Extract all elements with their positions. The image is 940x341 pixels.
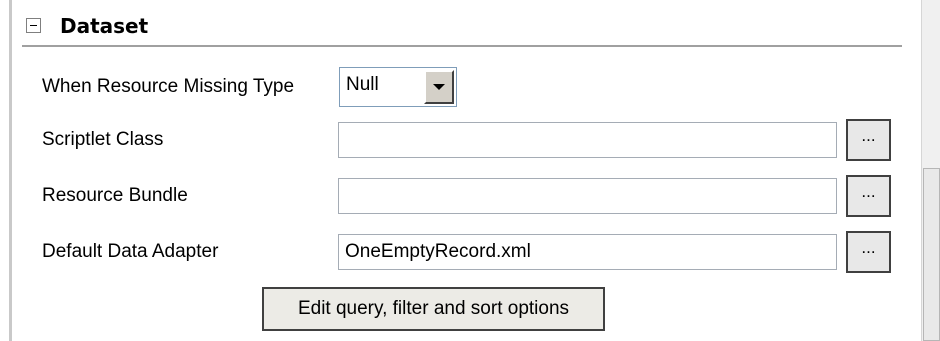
section-title: Dataset — [60, 14, 149, 38]
scriptlet-class-browse-button[interactable]: ... — [846, 119, 891, 161]
resource-missing-type-value: Null — [346, 74, 379, 95]
panel-left-border — [9, 0, 12, 341]
edit-query-options-button[interactable]: Edit query, filter and sort options — [262, 287, 605, 331]
resource-missing-type-label: When Resource Missing Type — [42, 76, 295, 97]
chevron-down-icon[interactable] — [424, 70, 454, 104]
default-data-adapter-input[interactable]: OneEmptyRecord.xml — [338, 234, 837, 270]
resource-bundle-label: Resource Bundle — [42, 185, 188, 206]
dataset-section-header[interactable]: Dataset — [22, 10, 902, 44]
minus-collapse-icon[interactable] — [26, 18, 41, 33]
scriptlet-class-label: Scriptlet Class — [42, 129, 164, 150]
resource-bundle-browse-button[interactable]: ... — [846, 175, 891, 217]
scriptlet-class-input[interactable] — [338, 122, 837, 158]
section-divider — [22, 45, 902, 47]
scrollbar-thumb[interactable] — [923, 168, 940, 341]
resource-missing-type-select[interactable]: Null — [339, 67, 457, 107]
default-data-adapter-label: Default Data Adapter — [42, 241, 219, 262]
resource-bundle-input[interactable] — [338, 178, 837, 214]
default-data-adapter-browse-button[interactable]: ... — [846, 231, 891, 273]
